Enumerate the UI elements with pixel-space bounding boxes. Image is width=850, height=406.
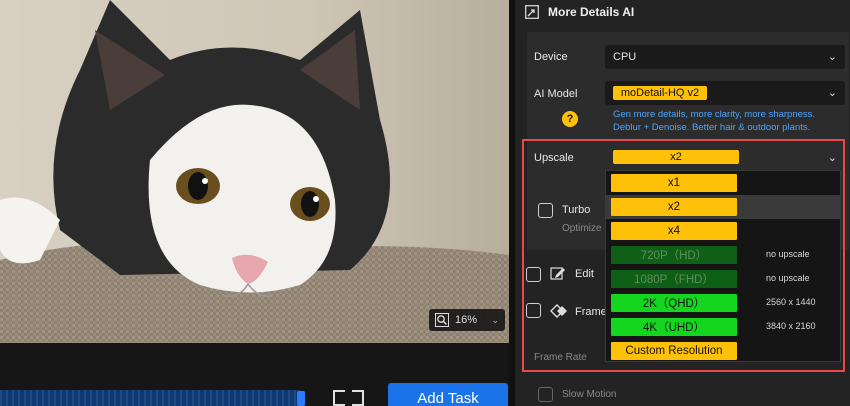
upscale-label: Upscale (534, 152, 574, 164)
turbo-checkbox[interactable] (538, 203, 553, 218)
option-note: no upscale (766, 249, 810, 259)
timeline-track[interactable] (0, 390, 300, 406)
option-label: 1080P（FHD） (611, 270, 737, 288)
upscale-select[interactable]: x2 ⌄ (605, 145, 845, 169)
edit-checkbox[interactable] (526, 267, 541, 282)
trim-handle[interactable] (297, 391, 305, 406)
turbo-label: Turbo (562, 204, 591, 216)
device-value: CPU (613, 51, 637, 63)
slow-motion-label: Slow Motion (562, 389, 617, 400)
edit-label: Edit (575, 268, 594, 280)
option-label: x1 (611, 174, 737, 192)
ai-model-label: AI Model (534, 88, 578, 100)
edit-icon (550, 267, 565, 280)
slow-motion-checkbox[interactable] (538, 387, 553, 402)
zoom-level: 16% (455, 314, 478, 326)
upscale-option-1080p[interactable]: 1080P（FHD） no upscale (606, 267, 840, 291)
frame-interpolation-icon (550, 304, 567, 318)
chevron-down-icon: ⌄ (827, 87, 837, 99)
ai-model-select[interactable]: moDetail-HQ v2 ⌄ (605, 81, 845, 105)
upscale-option-2k[interactable]: 2K（QHD） 2560 x 1440 (606, 291, 840, 315)
preview-image (0, 0, 509, 343)
zoom-icon (435, 313, 449, 327)
option-note: no upscale (766, 273, 810, 283)
turbo-sublabel: Optimize (562, 223, 602, 234)
upscale-option-x2[interactable]: x2 (606, 195, 840, 219)
chevron-down-icon: ⌄ (491, 314, 499, 325)
frame-rate-label: Frame Rate (534, 352, 587, 363)
upscale-dropdown-list: x1 x2 x4 720P（HD） no upscale 1080P（FHD） … (605, 170, 841, 362)
upscale-option-720p[interactable]: 720P（HD） no upscale (606, 243, 840, 267)
model-hint-line2: Deblur + Denoise. Better hair & outdoor … (613, 122, 811, 133)
option-label: x2 (611, 198, 737, 216)
zoom-control[interactable]: 16% ⌄ (429, 309, 505, 331)
option-note: 2560 x 1440 (766, 297, 816, 307)
upscale-option-x1[interactable]: x1 (606, 171, 840, 195)
option-label: 2K（QHD） (611, 294, 737, 312)
model-hint-line1: Gen more details, more clarity, more sha… (613, 109, 816, 120)
model-hint: Gen more details, more clarity, more sha… (613, 108, 847, 134)
frame-checkbox[interactable] (526, 303, 541, 318)
panel-header: More Details AI (515, 0, 850, 24)
upscale-option-custom[interactable]: Custom Resolution (606, 339, 840, 363)
option-note: 3840 x 2160 (766, 321, 816, 331)
upscale-option-4k[interactable]: 4K（UHD） 3840 x 2160 (606, 315, 840, 339)
chevron-up-icon: ⌄ (827, 152, 837, 164)
option-label: 720P（HD） (611, 246, 737, 264)
option-label: x4 (611, 222, 737, 240)
ai-model-value: moDetail-HQ v2 (613, 86, 707, 100)
device-label: Device (534, 51, 568, 63)
add-task-button[interactable]: Add Task (388, 383, 508, 406)
panel-title: More Details AI (548, 5, 635, 19)
device-select[interactable]: CPU ⌄ (605, 45, 845, 69)
frame-label: Frame (575, 306, 607, 318)
trim-end-bracket-icon[interactable] (352, 390, 364, 406)
preview-area: 16% ⌄ (0, 0, 509, 343)
option-label: 4K（UHD） (611, 318, 737, 336)
trim-start-bracket-icon[interactable] (333, 390, 345, 406)
upscale-option-x4[interactable]: x4 (606, 219, 840, 243)
help-icon[interactable]: ? (562, 111, 578, 127)
option-label: Custom Resolution (611, 342, 737, 360)
expand-icon[interactable] (525, 5, 539, 19)
chevron-down-icon: ⌄ (827, 51, 837, 63)
upscale-value: x2 (613, 150, 739, 164)
